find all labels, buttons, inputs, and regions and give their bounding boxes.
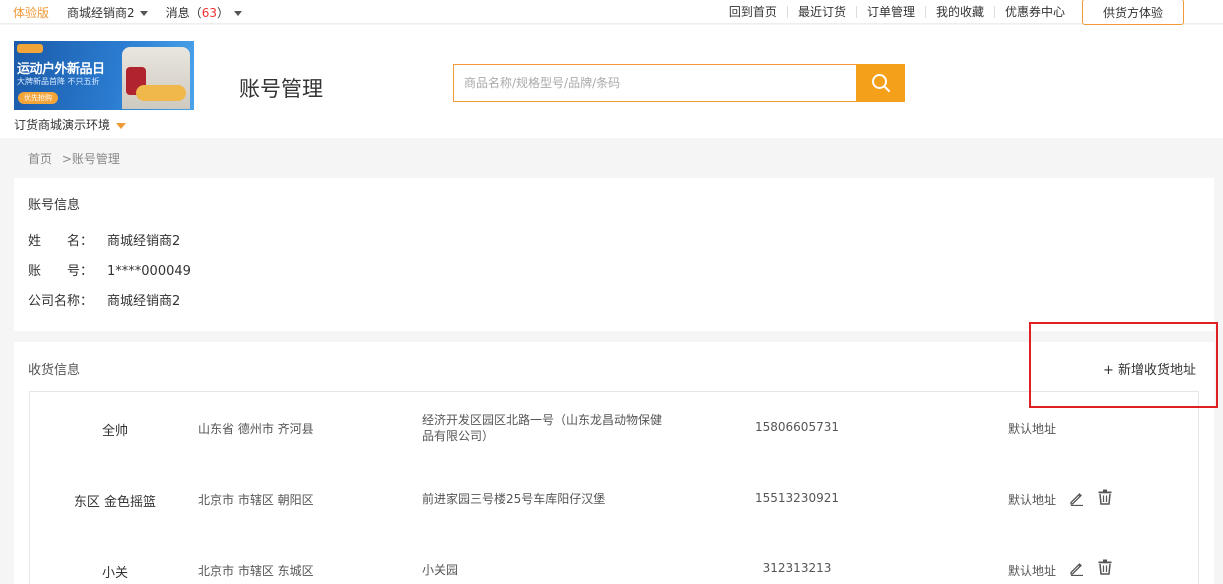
- account-info-panel: 账号信息 姓 名： 商城经销商2 账 号： 1****000049 公司名称： 商城经销商…: [14, 178, 1214, 331]
- account-menu[interactable]: 商城经销商2: [67, 4, 148, 21]
- name-label: 姓 名：: [28, 230, 93, 249]
- address-region: 北京市 市辖区 朝阳区: [198, 493, 314, 507]
- supplier-experience-button[interactable]: 供货方体验: [1082, 0, 1184, 25]
- address-region: 山东省 德州市 齐河县: [198, 422, 314, 436]
- address-table: 全帅 山东省 德州市 齐河县 经济开发区园区北路一号（山东龙昌动物保健品有限公司…: [29, 391, 1199, 584]
- breadcrumb-current: 账号管理: [71, 152, 120, 166]
- address-detail: 前进家园三号楼25号车库阳仔汉堡: [422, 492, 606, 506]
- account-id-row: 账 号： 1****000049: [28, 260, 191, 279]
- id-value: 1****000049: [107, 264, 191, 279]
- banner-product-image: [136, 85, 186, 101]
- chevron-down-icon: [116, 122, 127, 129]
- highlight-box: [1029, 322, 1218, 408]
- search-icon: [871, 74, 890, 92]
- chevron-down-icon: [233, 11, 242, 16]
- name-label-part: 名：: [66, 234, 93, 249]
- messages-menu[interactable]: 消息（63）: [166, 4, 242, 21]
- id-label: 账 号：: [28, 260, 93, 279]
- recipient-name: 小关: [101, 566, 128, 581]
- table-row: 小关 北京市 市辖区 东城区 小关园 312313213 默认地址: [30, 536, 1198, 584]
- company-value: 商城经销商2: [107, 294, 181, 309]
- promo-banner[interactable]: 运动户外新品日 大牌新品首降 不只五折 优先抢购: [14, 41, 194, 110]
- trash-icon[interactable]: [1097, 489, 1113, 505]
- link-favorites[interactable]: 我的收藏: [926, 6, 995, 18]
- name-value: 商城经销商2: [107, 234, 181, 249]
- table-row: 全帅 山东省 德州市 齐河县 经济开发区园区北路一号（山东龙昌动物保健品有限公司…: [30, 392, 1198, 464]
- breadcrumb-home[interactable]: 首页: [28, 152, 52, 166]
- environment-label: 订货商城演示环境: [14, 118, 111, 132]
- messages-label: 消息: [165, 6, 190, 20]
- phone-number: 312313213: [762, 561, 832, 575]
- id-label-part: 账: [28, 264, 42, 279]
- set-default-address[interactable]: 默认地址: [1008, 491, 1056, 508]
- address-section-title: 收货信息: [28, 363, 81, 378]
- recipient-name: 全帅: [101, 424, 128, 439]
- link-home[interactable]: 回到首页: [719, 6, 788, 18]
- address-detail: 经济开发区园区北路一号（山东龙昌动物保健品有限公司）: [422, 413, 663, 443]
- address-detail: 小关园: [422, 563, 459, 577]
- banner-tag: [17, 44, 43, 53]
- chevron-down-icon: [139, 11, 148, 16]
- recipient-name: 东区 金色摇篮: [73, 495, 157, 510]
- edit-icon[interactable]: [1069, 490, 1085, 506]
- default-address-label[interactable]: 默认地址: [1008, 420, 1056, 437]
- search-input[interactable]: [453, 64, 857, 102]
- address-region: 北京市 市辖区 东城区: [198, 564, 314, 578]
- top-bar: 体验版 商城经销商2 消息（63） 回到首页 最近订货 订单管理 我的收藏 优惠…: [0, 0, 1223, 25]
- breadcrumb: 首页 >账号管理: [28, 150, 120, 167]
- banner-subtitle: 大牌新品首降 不只五折: [17, 77, 100, 86]
- search-button[interactable]: [856, 64, 905, 102]
- link-recent-orders[interactable]: 最近订货: [788, 6, 857, 18]
- breadcrumb-separator: >: [61, 152, 72, 166]
- name-label-part: 姓: [28, 234, 42, 249]
- environment-selector[interactable]: 订货商城演示环境: [14, 116, 127, 133]
- page-title: 账号管理: [239, 77, 323, 101]
- link-order-management[interactable]: 订单管理: [857, 6, 926, 18]
- phone-number: 15806605731: [755, 420, 839, 434]
- trial-label: 体验版: [13, 6, 50, 20]
- banner-title: 运动户外新品日: [17, 62, 105, 77]
- header: 运动户外新品日 大牌新品首降 不只五折 优先抢购 订货商城演示环境 账号管理: [0, 25, 1223, 138]
- banner-button: 优先抢购: [18, 92, 58, 104]
- account-name: 商城经销商2: [67, 6, 135, 20]
- account-name-row: 姓 名： 商城经销商2: [28, 230, 180, 249]
- messages-count: 63: [201, 6, 217, 20]
- id-label-part: 号：: [66, 264, 93, 279]
- top-bar-left: 体验版 商城经销商2 消息（63）: [13, 4, 242, 21]
- top-links: 回到首页 最近订货 订单管理 我的收藏 优惠券中心: [719, 0, 1075, 24]
- company-label: 公司名称：: [28, 294, 94, 309]
- company-row: 公司名称： 商城经销商2: [28, 290, 180, 309]
- trash-icon[interactable]: [1097, 559, 1113, 575]
- account-info-title: 账号信息: [28, 198, 81, 213]
- link-coupon-center[interactable]: 优惠券中心: [995, 6, 1075, 18]
- edit-icon[interactable]: [1069, 560, 1085, 576]
- set-default-address[interactable]: 默认地址: [1008, 562, 1056, 579]
- table-row: 东区 金色摇篮 北京市 市辖区 朝阳区 前进家园三号楼25号车库阳仔汉堡 155…: [30, 464, 1198, 536]
- phone-number: 15513230921: [755, 491, 839, 505]
